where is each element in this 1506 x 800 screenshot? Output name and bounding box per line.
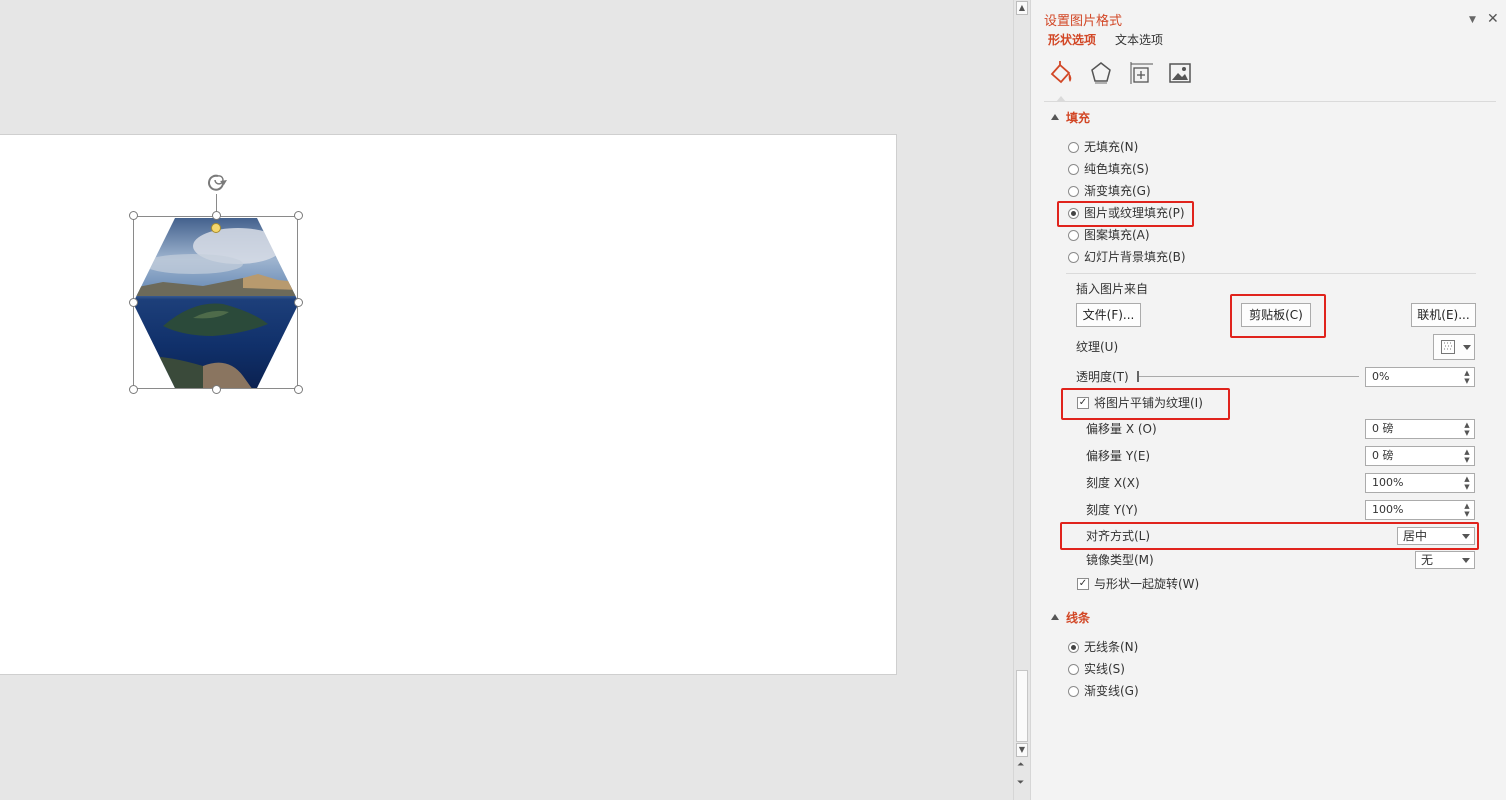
radio-solid-line[interactable]	[1068, 664, 1079, 675]
mirror-type-dropdown[interactable]: 无	[1415, 551, 1475, 569]
radio-pattern-fill[interactable]	[1068, 230, 1079, 241]
resize-handle-top[interactable]	[212, 211, 221, 220]
offset-y-spinner[interactable]: 0 磅 ▲ ▼	[1365, 446, 1475, 466]
rotate-handle-icon[interactable]	[203, 170, 231, 196]
slide-editor-area[interactable]	[0, 0, 1013, 800]
resize-handle-left[interactable]	[129, 298, 138, 307]
tab-shape-options[interactable]: 形状选项	[1048, 32, 1096, 48]
online-button[interactable]: 联机(E)...	[1411, 303, 1476, 327]
offset-y-value: 0 磅	[1372, 449, 1394, 462]
transparency-label: 透明度(T)	[1076, 370, 1129, 384]
radio-no-line[interactable]	[1068, 642, 1079, 653]
shape-adjust-handle[interactable]	[211, 223, 221, 233]
selection-frame	[133, 216, 298, 389]
spin-up-icon[interactable]: ▲	[1463, 421, 1471, 429]
resize-handle-bottom-right[interactable]	[294, 385, 303, 394]
spin-up-icon[interactable]: ▲	[1463, 475, 1471, 483]
texture-label: 纹理(U)	[1076, 340, 1119, 354]
offset-x-label: 偏移量 X (O)	[1086, 422, 1157, 436]
line-section-title[interactable]: 线条	[1066, 610, 1090, 626]
offset-y-label: 偏移量 Y(E)	[1086, 449, 1151, 463]
collapse-triangle-icon[interactable]	[1051, 114, 1059, 120]
scrollbar-thumb[interactable]	[1016, 670, 1028, 742]
transparency-spinner[interactable]: 0% ▲ ▼	[1365, 367, 1475, 387]
fill-line-icon[interactable]	[1048, 60, 1074, 86]
radio-gradient-fill[interactable]	[1068, 186, 1079, 197]
spin-down-icon[interactable]: ▼	[1463, 510, 1471, 518]
label-solid-line[interactable]: 实线(S)	[1084, 661, 1125, 677]
label-solid-fill[interactable]: 纯色填充(S)	[1084, 161, 1149, 177]
offset-x-value: 0 磅	[1372, 422, 1394, 435]
spin-down-icon[interactable]: ▼	[1463, 377, 1471, 385]
next-slide-icon[interactable]: ⏷	[1017, 778, 1024, 788]
resize-handle-bottom[interactable]	[212, 385, 221, 394]
collapse-triangle-icon[interactable]	[1051, 614, 1059, 620]
highlight-box-alignment	[1060, 522, 1479, 550]
spin-down-icon[interactable]: ▼	[1463, 483, 1471, 491]
highlight-box-tile	[1061, 388, 1230, 420]
fill-options-divider	[1066, 273, 1476, 274]
insert-picture-from-label: 插入图片来自	[1076, 282, 1149, 296]
spin-up-icon[interactable]: ▲	[1463, 448, 1471, 456]
spin-up-icon[interactable]: ▲	[1463, 369, 1471, 377]
pane-options-dropdown-icon[interactable]: ▼	[1469, 15, 1476, 25]
texture-swatch-icon	[1441, 340, 1455, 354]
chevron-down-icon	[1462, 558, 1470, 563]
chevron-down-icon	[1463, 345, 1471, 350]
label-gradient-fill[interactable]: 渐变填充(G)	[1084, 183, 1151, 199]
size-properties-icon[interactable]	[1129, 60, 1155, 86]
radio-gradient-line[interactable]	[1068, 686, 1079, 697]
scale-y-label: 刻度 Y(Y)	[1086, 503, 1138, 517]
radio-no-fill[interactable]	[1068, 142, 1079, 153]
resize-handle-top-left[interactable]	[129, 211, 138, 220]
active-tab-pointer	[1056, 96, 1066, 102]
scale-x-label: 刻度 X(X)	[1086, 476, 1140, 490]
format-picture-pane: 设置图片格式 ▼ ✕ 形状选项 文本选项 填充 无填充(N) 纯色填充(S) 渐…	[1031, 0, 1506, 800]
radio-solid-fill[interactable]	[1068, 164, 1079, 175]
picture-icon[interactable]	[1168, 61, 1192, 85]
transparency-slider-track[interactable]	[1137, 376, 1359, 377]
scale-y-spinner[interactable]: 100% ▲ ▼	[1365, 500, 1475, 520]
transparency-slider-thumb[interactable]	[1137, 371, 1139, 382]
rotate-with-shape-label[interactable]: 与形状一起旋转(W)	[1094, 576, 1199, 592]
effects-pentagon-icon[interactable]	[1089, 60, 1113, 86]
spin-down-icon[interactable]: ▼	[1463, 456, 1471, 464]
resize-handle-bottom-left[interactable]	[129, 385, 138, 394]
editor-vertical-scrollbar[interactable]: ▲ ▼ ⏶ ⏷	[1013, 0, 1031, 800]
radio-slide-background-fill[interactable]	[1068, 252, 1079, 263]
close-icon[interactable]: ✕	[1487, 11, 1499, 27]
resize-handle-top-right[interactable]	[294, 211, 303, 220]
resize-handle-right[interactable]	[294, 298, 303, 307]
label-pattern-fill[interactable]: 图案填充(A)	[1084, 227, 1150, 243]
scale-x-value: 100%	[1372, 476, 1404, 489]
texture-picker-button[interactable]	[1433, 334, 1475, 360]
scale-y-value: 100%	[1372, 503, 1404, 516]
mirror-type-value: 无	[1421, 553, 1434, 567]
label-gradient-line[interactable]: 渐变线(G)	[1084, 683, 1139, 699]
highlight-box-clipboard	[1230, 294, 1326, 338]
scroll-up-icon[interactable]: ▲	[1016, 1, 1028, 15]
offset-x-spinner[interactable]: 0 磅 ▲ ▼	[1365, 419, 1475, 439]
rotate-with-shape-checkbox[interactable]: ✓	[1077, 578, 1089, 590]
scroll-down-icon[interactable]: ▼	[1016, 743, 1028, 757]
transparency-value: 0%	[1372, 370, 1390, 383]
pane-title: 设置图片格式	[1044, 14, 1123, 29]
spin-down-icon[interactable]: ▼	[1463, 429, 1471, 437]
highlight-box-picture-fill	[1057, 201, 1194, 227]
icon-tab-divider	[1044, 101, 1496, 102]
previous-slide-icon[interactable]: ⏶	[1017, 760, 1024, 770]
mirror-type-label: 镜像类型(M)	[1086, 553, 1154, 567]
label-slide-background-fill[interactable]: 幻灯片背景填充(B)	[1084, 249, 1186, 265]
spin-up-icon[interactable]: ▲	[1463, 502, 1471, 510]
fill-section-title[interactable]: 填充	[1066, 110, 1090, 126]
file-button[interactable]: 文件(F)...	[1076, 303, 1141, 327]
scale-x-spinner[interactable]: 100% ▲ ▼	[1365, 473, 1475, 493]
label-no-line[interactable]: 无线条(N)	[1084, 639, 1138, 655]
tab-text-options[interactable]: 文本选项	[1115, 32, 1163, 48]
label-no-fill[interactable]: 无填充(N)	[1084, 139, 1138, 155]
